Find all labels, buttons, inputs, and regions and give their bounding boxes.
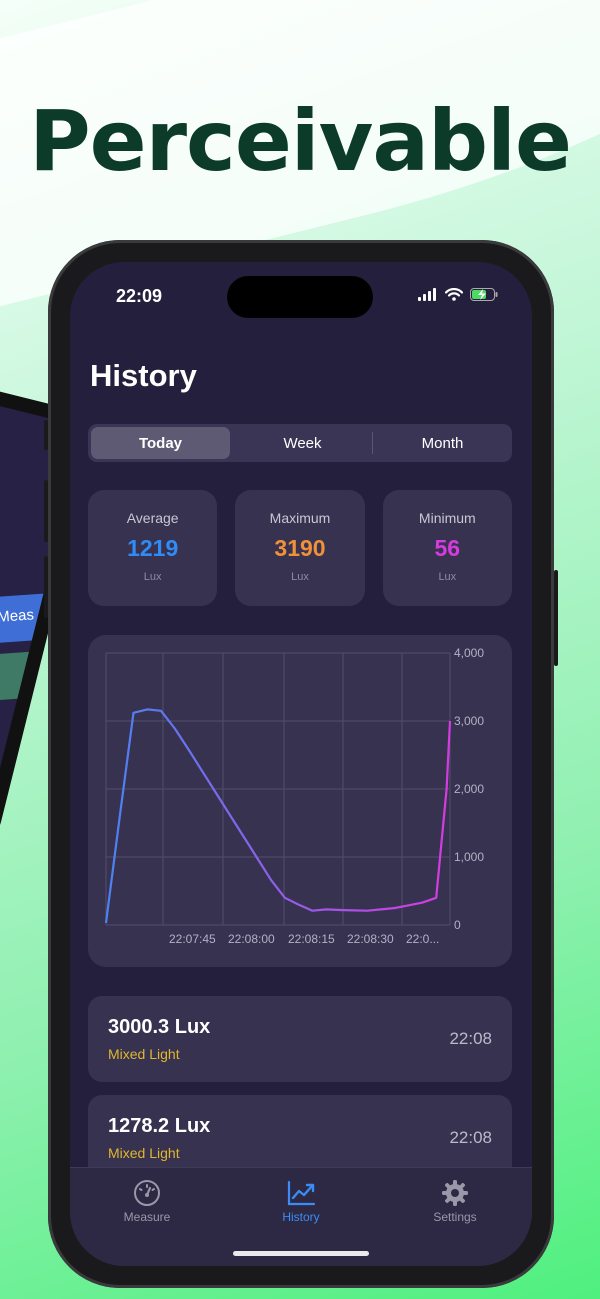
status-icons bbox=[418, 288, 498, 301]
tab-history[interactable]: History bbox=[224, 1176, 378, 1224]
app-screen: 22:09 History Today Week Month Average 1… bbox=[70, 262, 532, 1266]
tab-label: History bbox=[282, 1210, 320, 1224]
stat-label: Minimum bbox=[418, 510, 476, 526]
battery-charging-icon bbox=[470, 288, 498, 301]
chart-x-tick-label: 22:07:45 bbox=[169, 932, 216, 946]
chart-series-line bbox=[104, 708, 452, 924]
chart-x-tick-label: 22:08:15 bbox=[288, 932, 335, 946]
chart-y-tick-label: 3,000 bbox=[454, 714, 484, 728]
stat-unit: Lux bbox=[143, 571, 162, 583]
stat-card-maximum: Maximum 3190 Lux bbox=[235, 490, 365, 606]
chart-x-tick-label: 22:0... bbox=[406, 932, 439, 946]
segment-today[interactable]: Today bbox=[91, 427, 230, 459]
chart-x-tick-label: 22:08:30 bbox=[347, 932, 394, 946]
chart-line-icon bbox=[287, 1180, 316, 1206]
chart-y-tick-label: 0 bbox=[454, 918, 461, 932]
power-button bbox=[554, 570, 558, 666]
volume-up-button bbox=[44, 480, 48, 542]
segment-month[interactable]: Month bbox=[373, 424, 512, 462]
wifi-icon bbox=[445, 288, 463, 301]
status-time: 22:09 bbox=[116, 286, 163, 306]
record-lux: 3000.3 Lux bbox=[108, 1016, 211, 1038]
record-time: 22:08 bbox=[449, 1128, 492, 1147]
signal-icon bbox=[418, 288, 436, 301]
headline: Perceivable bbox=[29, 92, 572, 190]
stat-card-average: Average 1219 Lux bbox=[88, 490, 218, 606]
tab-label: Settings bbox=[433, 1210, 477, 1224]
history-chart[interactable]: 4,000 3,000 2,000 1,000 0 22:07:45 22:08:00 22… bbox=[88, 635, 512, 967]
volume-down-button bbox=[44, 556, 48, 618]
page-title: History bbox=[90, 358, 197, 393]
tab-measure[interactable]: Measure bbox=[70, 1176, 224, 1224]
phone-frame: 22:09 History Today Week Month Average 1… bbox=[44, 240, 558, 1288]
chart-x-tick-label: 22:08:00 bbox=[228, 932, 275, 946]
gear-icon bbox=[442, 1180, 468, 1206]
record-lux: 1278.2 Lux bbox=[108, 1115, 211, 1137]
record-light-type: Mixed Light bbox=[108, 1046, 180, 1062]
home-indicator bbox=[233, 1251, 369, 1256]
stat-value-minimum: 56 bbox=[434, 535, 461, 561]
stat-value-average: 1219 bbox=[127, 535, 179, 561]
stat-label: Average bbox=[126, 510, 179, 526]
period-segmented-control: Today Week Month bbox=[88, 424, 512, 462]
stat-label: Maximum bbox=[269, 510, 331, 526]
mute-switch bbox=[44, 420, 48, 450]
record-item[interactable]: 3000.3 Lux Mixed Light 22:08 bbox=[88, 996, 512, 1082]
record-time: 22:08 bbox=[449, 1029, 492, 1048]
segment-week[interactable]: Week bbox=[233, 424, 372, 462]
stat-unit: Lux bbox=[438, 571, 457, 583]
stat-unit: Lux bbox=[291, 571, 309, 583]
dynamic-island bbox=[227, 276, 373, 318]
stat-value-maximum: 3190 bbox=[274, 535, 326, 561]
stat-card-minimum: Minimum 56 Lux bbox=[382, 490, 512, 606]
stats-row: Average 1219 Lux Maximum 3190 Lux Minimu… bbox=[88, 490, 512, 606]
tab-settings[interactable]: Settings bbox=[378, 1176, 532, 1224]
chart-y-tick-label: 1,000 bbox=[454, 850, 484, 864]
tab-label: Measure bbox=[123, 1210, 171, 1224]
gauge-icon bbox=[134, 1180, 160, 1206]
record-light-type: Mixed Light bbox=[108, 1145, 180, 1161]
chart-y-tick-label: 4,000 bbox=[454, 646, 484, 660]
tab-bar: Measure History Settings bbox=[70, 1167, 532, 1266]
chart-svg: 4,000 3,000 2,000 1,000 0 22:07:45 22:08:00 22… bbox=[104, 646, 484, 946]
chart-y-tick-label: 2,000 bbox=[454, 782, 484, 796]
